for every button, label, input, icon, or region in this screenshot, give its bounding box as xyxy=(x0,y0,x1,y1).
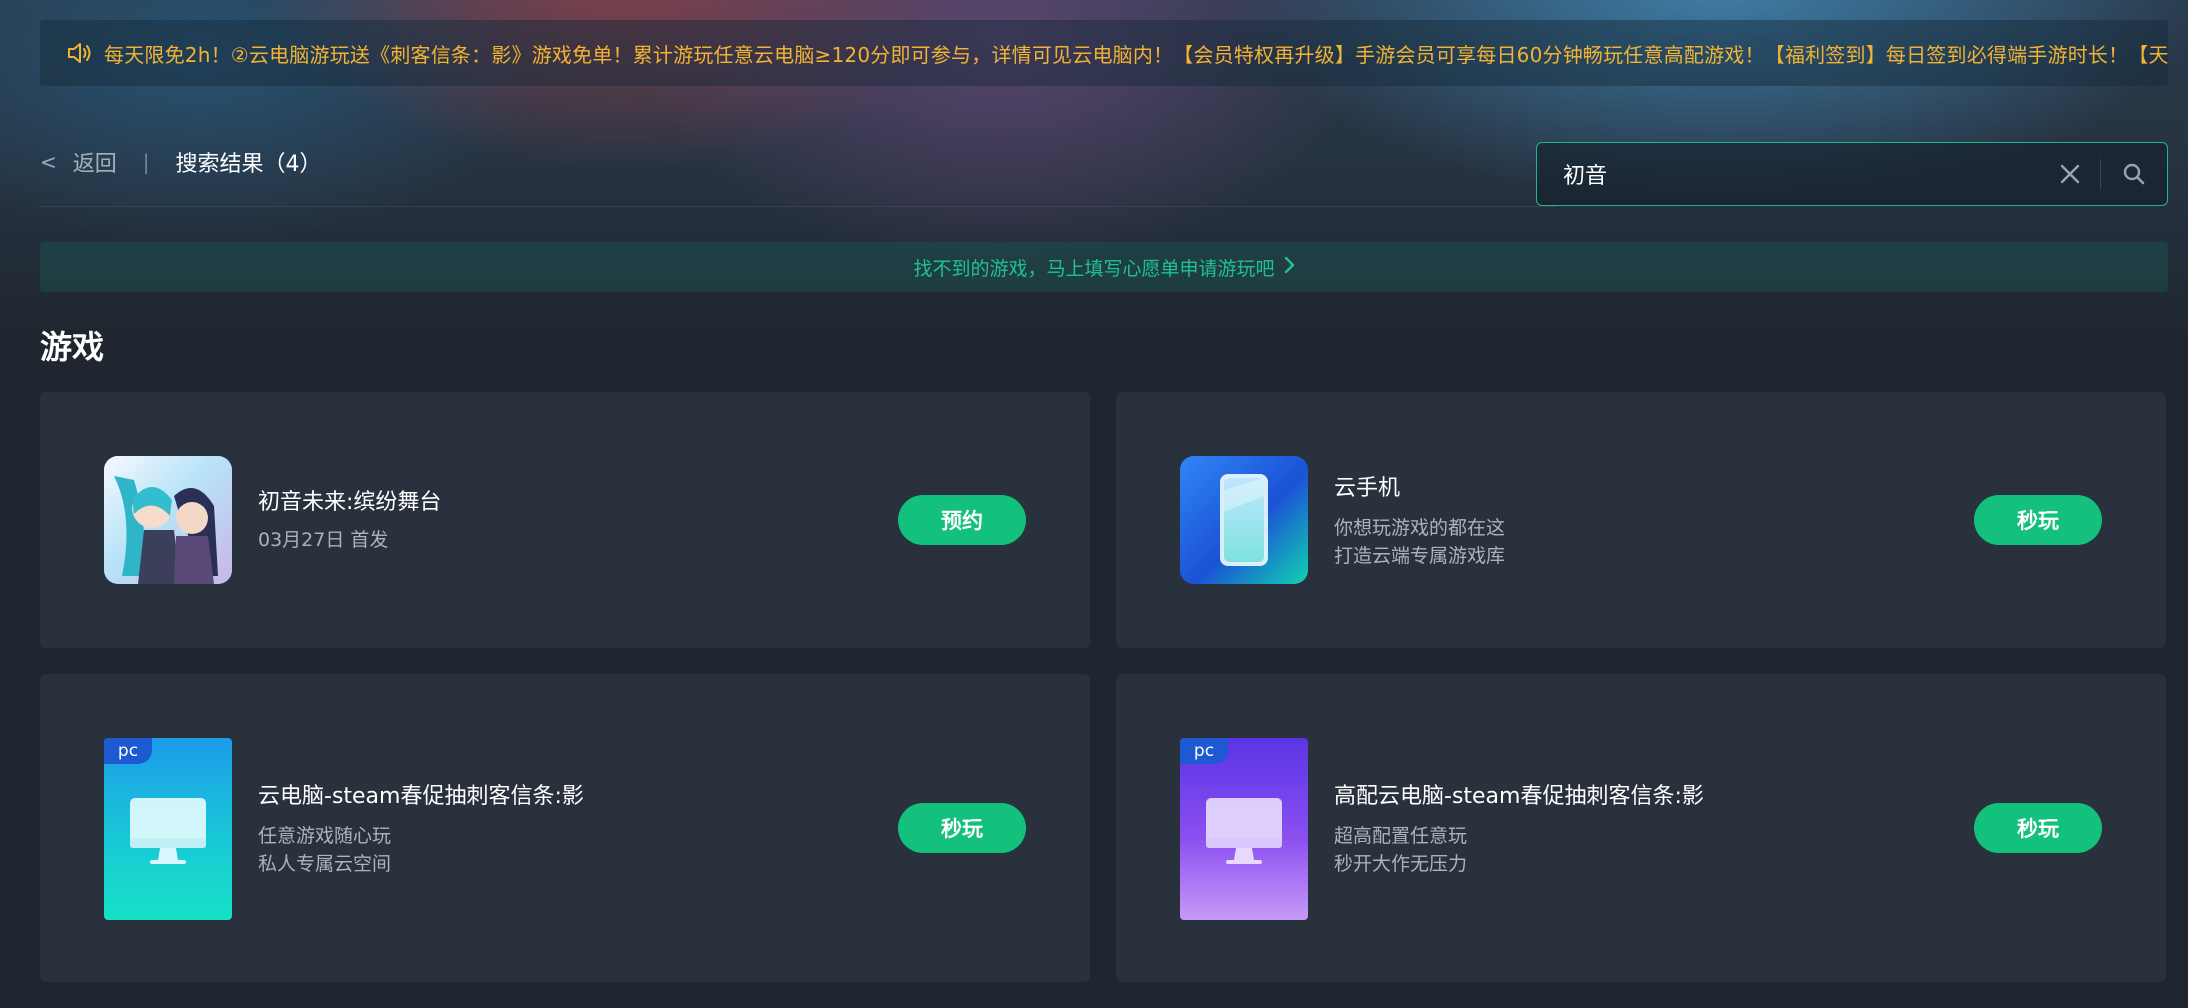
search-box xyxy=(1536,142,2168,206)
back-label: 返回 xyxy=(72,152,117,177)
game-name[interactable]: 高配云电脑-steam春促抽刺客信条:影 xyxy=(1334,778,1704,810)
chevron-right-icon xyxy=(1283,256,1295,279)
search-icon[interactable] xyxy=(2101,143,2167,205)
game-name[interactable]: 云电脑-steam春促抽刺客信条:影 xyxy=(258,778,584,810)
game-description-line1: 超高配置任意玩 xyxy=(1334,825,1468,847)
play-now-button[interactable]: 秒玩 xyxy=(898,803,1026,853)
game-card[interactable]: 云手机 你想玩游戏的都在这 打造云端专属游戏库 秒玩 xyxy=(1116,392,2166,648)
clear-icon[interactable] xyxy=(2052,156,2088,192)
speaker-icon xyxy=(66,39,94,67)
high-end-cloud-pc-icon: pc xyxy=(1180,738,1308,920)
breadcrumb: < 返回 | 搜索结果（4） xyxy=(40,144,322,180)
game-description-line1: 任意游戏随心玩 xyxy=(258,825,392,847)
hatsune-miku-cover-image xyxy=(104,456,232,584)
notice-bar: 每天限免2h！②云电脑游玩送《刺客信条：影》游戏免单！累计游玩任意云电脑≥120… xyxy=(40,20,2168,86)
cloud-phone-icon xyxy=(1180,456,1308,584)
wishlist-text: 找不到的游戏，马上填写心愿单申请游玩吧 xyxy=(913,257,1275,280)
chevron-left-icon: < xyxy=(40,150,57,174)
game-description-line2: 私人专属云空间 xyxy=(258,853,392,875)
game-description-line2: 打造云端专属游戏库 xyxy=(1334,545,1506,567)
game-description-line1: 你想玩游戏的都在这 xyxy=(1334,517,1506,539)
header-divider xyxy=(40,206,1556,207)
play-now-button[interactable]: 秒玩 xyxy=(1974,495,2102,545)
cloud-pc-icon: pc xyxy=(104,738,232,920)
section-title: 游戏 xyxy=(40,328,105,366)
pc-badge: pc xyxy=(104,738,152,764)
game-name[interactable]: 初音未来:缤纷舞台 xyxy=(258,484,441,516)
page: 每天限免2h！②云电脑游玩送《刺客信条：影》游戏免单！累计游玩任意云电脑≥120… xyxy=(0,0,2188,1008)
game-card[interactable]: 初音未来:缤纷舞台 03月27日 首发 预约 xyxy=(40,392,1090,648)
page-title: 搜索结果（4） xyxy=(175,152,322,177)
game-card[interactable]: pc 云电脑-steam春促抽刺客信条:影 任意游戏随心玩 私人专属云空间 秒玩 xyxy=(40,674,1090,982)
search-input[interactable] xyxy=(1537,143,2052,205)
game-description-line2: 秒开大作无压力 xyxy=(1334,853,1468,875)
wishlist-banner[interactable]: 找不到的游戏，马上填写心愿单申请游玩吧 xyxy=(40,242,2168,292)
game-release-date: 03月27日 首发 xyxy=(258,529,389,551)
pc-badge: pc xyxy=(1180,738,1228,764)
back-button[interactable]: < 返回 xyxy=(40,146,117,178)
notice-text: 每天限免2h！②云电脑游玩送《刺客信条：影》游戏免单！累计游玩任意云电脑≥120… xyxy=(104,42,2168,67)
reserve-button[interactable]: 预约 xyxy=(898,495,1026,545)
play-now-button[interactable]: 秒玩 xyxy=(1974,803,2102,853)
breadcrumb-separator: | xyxy=(142,150,150,174)
game-card[interactable]: pc 高配云电脑-steam春促抽刺客信条:影 超高配置任意玩 秒开大作无压力 … xyxy=(1116,674,2166,982)
game-name[interactable]: 云手机 xyxy=(1334,470,1400,502)
